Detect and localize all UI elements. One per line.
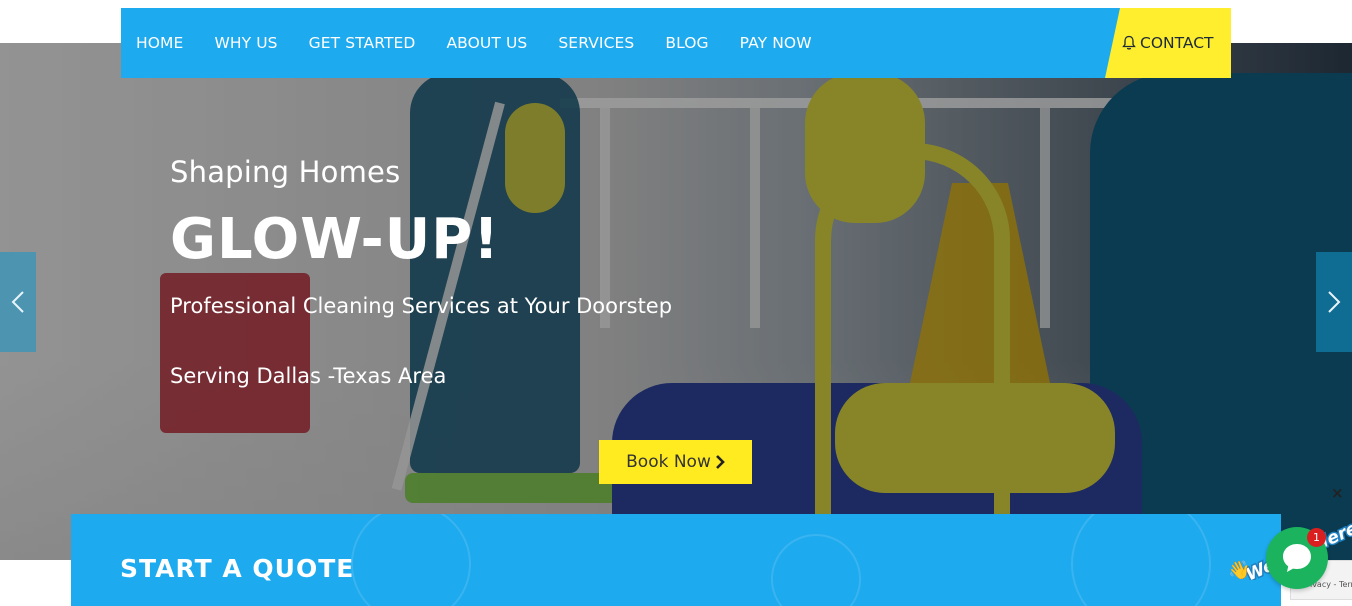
chevron-right-icon [715,455,725,469]
decorative-bubble [1071,514,1211,606]
contact-label: CONTACT [1140,34,1214,52]
nav-item-about-us[interactable]: ABOUT US [446,34,527,52]
hero-tagline: Professional Cleaning Services at Your D… [170,294,673,318]
slider-next-button[interactable] [1316,252,1352,352]
nav-item-blog[interactable]: BLOG [665,34,708,52]
chat-notification-badge: 1 [1307,528,1326,547]
quote-section: START A QUOTE [71,514,1281,606]
slider-prev-button[interactable] [0,252,36,352]
hero-headline: GLOW-UP! [170,207,500,272]
book-now-label: Book Now [626,452,711,472]
decorative-bubble [771,534,861,606]
decorative-bubble [351,514,471,606]
waving-hand-icon: 👋 [1228,560,1250,580]
chevron-left-icon [11,291,24,313]
page: Shaping Homes GLOW-UP! Professional Clea… [0,0,1352,606]
contact-button[interactable]: CONTACT [1105,8,1231,78]
hero-slider: Shaping Homes GLOW-UP! Professional Clea… [0,43,1352,560]
bell-icon [1122,35,1136,50]
nav-item-get-started[interactable]: GET STARTED [309,34,416,52]
hero-service-area: Serving Dallas -Texas Area [170,364,447,388]
hero-eyebrow: Shaping Homes [170,155,401,189]
chat-bubble-icon [1283,544,1311,572]
nav-item-home[interactable]: HOME [136,34,183,52]
nav-menu: HOME WHY US GET STARTED ABOUT US SERVICE… [121,34,843,52]
hero-content: Shaping Homes GLOW-UP! Professional Clea… [170,155,672,388]
nav-item-pay-now[interactable]: PAY NOW [740,34,812,52]
quote-title: START A QUOTE [120,554,355,583]
book-now-button[interactable]: Book Now [599,440,752,484]
nav-item-why-us[interactable]: WHY US [214,34,277,52]
nav-item-services[interactable]: SERVICES [558,34,634,52]
main-navbar: HOME WHY US GET STARTED ABOUT US SERVICE… [121,8,1231,78]
chevron-right-icon [1328,291,1341,313]
